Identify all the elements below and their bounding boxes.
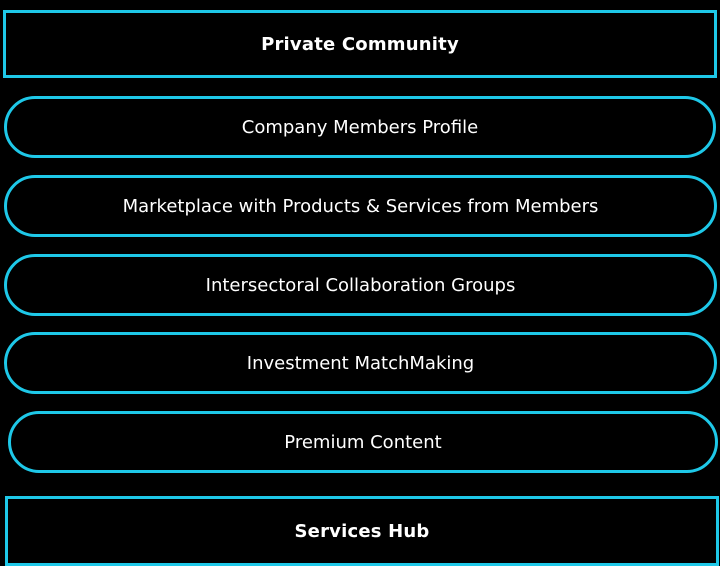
- feature-label: Marketplace with Products & Services fro…: [122, 195, 599, 217]
- feature-intersectoral-collaboration-groups[interactable]: Intersectoral Collaboration Groups: [4, 254, 717, 316]
- services-hub-title: Services Hub: [294, 520, 430, 542]
- feature-marketplace[interactable]: Marketplace with Products & Services fro…: [4, 175, 717, 237]
- services-hub-header: Services Hub: [5, 496, 719, 566]
- feature-label: Investment MatchMaking: [246, 352, 475, 374]
- private-community-title: Private Community: [261, 33, 459, 55]
- feature-premium-content[interactable]: Premium Content: [8, 411, 718, 473]
- feature-label: Premium Content: [284, 431, 442, 453]
- feature-company-members-profile[interactable]: Company Members Profile: [4, 96, 716, 158]
- feature-investment-matchmaking[interactable]: Investment MatchMaking: [4, 332, 717, 394]
- feature-label: Intersectoral Collaboration Groups: [205, 274, 516, 296]
- private-community-header: Private Community: [3, 10, 717, 78]
- feature-label: Company Members Profile: [241, 116, 479, 138]
